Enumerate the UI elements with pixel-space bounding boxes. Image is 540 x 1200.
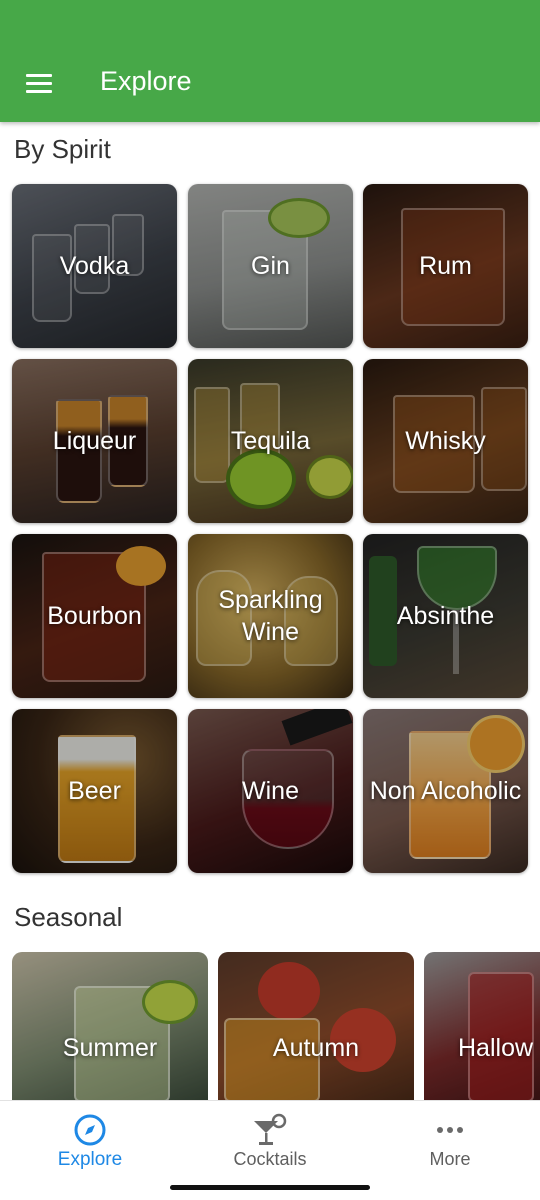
spirit-tile-wine[interactable]: Wine [188,709,353,873]
menu-icon[interactable] [20,68,58,102]
spirit-label: Whisky [405,427,486,455]
spirit-tile-bourbon[interactable]: Bourbon [12,534,177,698]
spirit-tile-absinthe[interactable]: Absinthe [363,534,528,698]
spirit-tile-vodka[interactable]: Vodka [12,184,177,348]
spirit-label: Gin [251,252,290,280]
compass-icon [73,1113,107,1152]
spirit-label: Wine [242,777,299,805]
app-bar: Explore [0,0,540,122]
section-title-by-spirit: By Spirit [14,134,111,164]
app-screen: Explore By Spirit Vodka Gin Rum Liqueur … [0,0,540,1200]
seasonal-label: Hallow [458,1034,534,1062]
nav-explore[interactable]: Explore [0,1101,180,1187]
spirit-label: Tequila [230,427,311,455]
spirit-label: Sparkling Wine [218,586,323,646]
nav-cocktails-label: Cocktails [233,1149,307,1169]
seasonal-tile-summer[interactable]: Summer [12,952,208,1100]
spirit-tile-gin[interactable]: Gin [188,184,353,348]
home-indicator[interactable] [170,1185,370,1190]
nav-more-label: More [429,1149,471,1169]
spirit-tile-whisky[interactable]: Whisky [363,359,528,523]
nav-more[interactable]: More [360,1101,540,1187]
explore-content[interactable]: By Spirit Vodka Gin Rum Liqueur Tequila … [0,122,540,1100]
nav-explore-label: Explore [57,1149,123,1170]
page-title: Explore [100,66,192,96]
seasonal-label: Summer [62,1034,158,1062]
spirit-label: Vodka [59,252,130,280]
nav-cocktails[interactable]: Cocktails [180,1101,360,1187]
more-dots-icon [433,1113,467,1152]
spirit-tile-liqueur[interactable]: Liqueur [12,359,177,523]
spirit-tile-tequila[interactable]: Tequila [188,359,353,523]
spirit-label: Absinthe [396,602,495,630]
spirit-tile-rum[interactable]: Rum [363,184,528,348]
spirit-tile-beer[interactable]: Beer [12,709,177,873]
seasonal-label: Autumn [272,1034,360,1062]
seasonal-tile-halloween[interactable]: Hallow [424,952,540,1100]
cocktail-glass-icon [250,1113,290,1152]
seasonal-carousel[interactable]: Summer Autumn Hallow [0,952,540,1100]
spirit-label: Beer [68,777,121,805]
seasonal-tile-autumn[interactable]: Autumn [218,952,414,1100]
spirit-label: Bourbon [47,602,142,630]
spirit-tile-non-alcoholic[interactable]: Non Alcoholic [363,709,528,873]
section-title-seasonal: Seasonal [14,902,123,932]
spirit-label: Non Alcoholic [369,777,522,805]
spirit-label: Rum [419,252,472,280]
spirit-label: Liqueur [52,427,137,455]
spirit-tile-sparkling-wine[interactable]: Sparkling Wine [188,534,353,698]
